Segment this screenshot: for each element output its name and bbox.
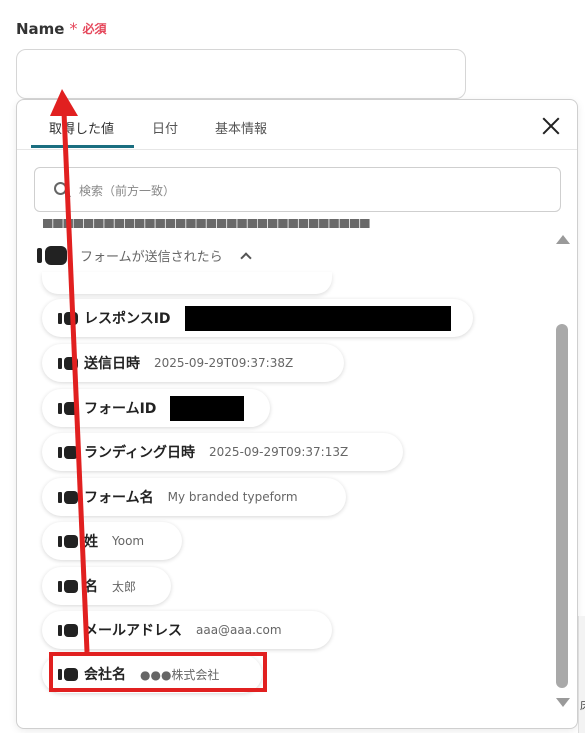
chevron-up-icon[interactable] [239, 251, 252, 264]
redacted-value [184, 305, 451, 331]
value-chip-landing-datetime[interactable]: ランディング日時 2025-09-29T09:37:13Z [42, 433, 403, 471]
scrollbar[interactable] [553, 229, 571, 725]
group-header[interactable]: フォームが送信されたら [37, 246, 252, 265]
value-key: メールアドレス [84, 623, 182, 639]
tab-acquired-values[interactable]: 取得した値 [49, 118, 114, 137]
required-star: * [69, 19, 78, 38]
value-text: 2025-09-29T09:37:13Z [209, 445, 349, 459]
value-key: 名 [84, 579, 98, 595]
tab-basic-info[interactable]: 基本情報 [215, 118, 267, 137]
tab-bar: 取得した値 日付 基本情報 [17, 100, 577, 150]
value-chip-sent-datetime[interactable]: 送信日時 2025-09-29T09:37:38Z [42, 344, 344, 382]
tab-date[interactable]: 日付 [152, 118, 178, 137]
name-field-label: Name * 必須 [16, 19, 107, 38]
value-key: ランディング日時 [84, 445, 196, 461]
partial-chip [42, 272, 332, 294]
value-icon [58, 490, 78, 504]
value-chip-response-id[interactable]: レスポンスID [42, 299, 473, 337]
value-icon [58, 579, 78, 593]
value-icon [58, 311, 78, 325]
scroll-up-arrow-icon[interactable] [556, 235, 570, 244]
highlight-box [49, 652, 267, 692]
name-label-text: Name [16, 19, 65, 38]
scrolled-off-row: ▆▆▆▆▆▆▆▆▆▆▆▆▆▆▆▆▆▆▆▆▆▆▆▆▆▆▆▆▆▆▆▆ [43, 219, 371, 228]
group-title: フォームが送信されたら [80, 250, 223, 265]
scroll-down-arrow-icon[interactable] [556, 698, 570, 707]
search-placeholder: 検索（前方一致） [79, 184, 176, 198]
value-chip-form-name[interactable]: フォーム名 My branded typeform [42, 478, 346, 516]
active-tab-indicator [31, 145, 134, 148]
required-text: 必須 [82, 22, 107, 36]
scrollbar-thumb[interactable] [556, 324, 568, 688]
value-chip-last-name[interactable]: 姓 Yoom [42, 522, 182, 560]
value-key: フォーム名 [84, 490, 154, 506]
value-icon [58, 445, 78, 459]
value-text: aaa@aaa.com [196, 623, 282, 637]
redacted-value [170, 395, 245, 421]
name-input[interactable] [16, 49, 466, 99]
adjacent-panel-edge [578, 616, 585, 733]
value-icon [58, 534, 78, 548]
close-icon[interactable] [541, 116, 561, 136]
value-key: 姓 [84, 534, 98, 550]
value-icon [58, 623, 78, 637]
search-input[interactable]: 検索（前方一致） [34, 167, 561, 212]
value-picker-panel: 取得した値 日付 基本情報 検索（前方一致） ▆▆▆▆▆▆▆▆▆▆▆▆▆▆▆▆▆… [16, 99, 578, 729]
value-chip-form-id[interactable]: フォームID [42, 389, 270, 427]
value-text: 2025-09-29T09:37:38Z [154, 356, 294, 370]
value-chip-first-name[interactable]: 名 太郎 [42, 567, 171, 605]
value-chip-email[interactable]: メールアドレス aaa@aaa.com [42, 611, 332, 649]
value-text: 太郎 [112, 579, 137, 594]
value-text: Yoom [112, 534, 145, 548]
value-icon [58, 356, 78, 370]
adjacent-panel-text: 床 [580, 697, 585, 713]
value-key: 送信日時 [84, 356, 140, 372]
search-icon [54, 182, 67, 195]
value-key: レスポンスID [84, 311, 171, 327]
value-text: My branded typeform [167, 490, 298, 504]
trigger-icon [37, 246, 67, 265]
value-key: フォームID [84, 401, 157, 417]
value-icon [58, 401, 78, 415]
